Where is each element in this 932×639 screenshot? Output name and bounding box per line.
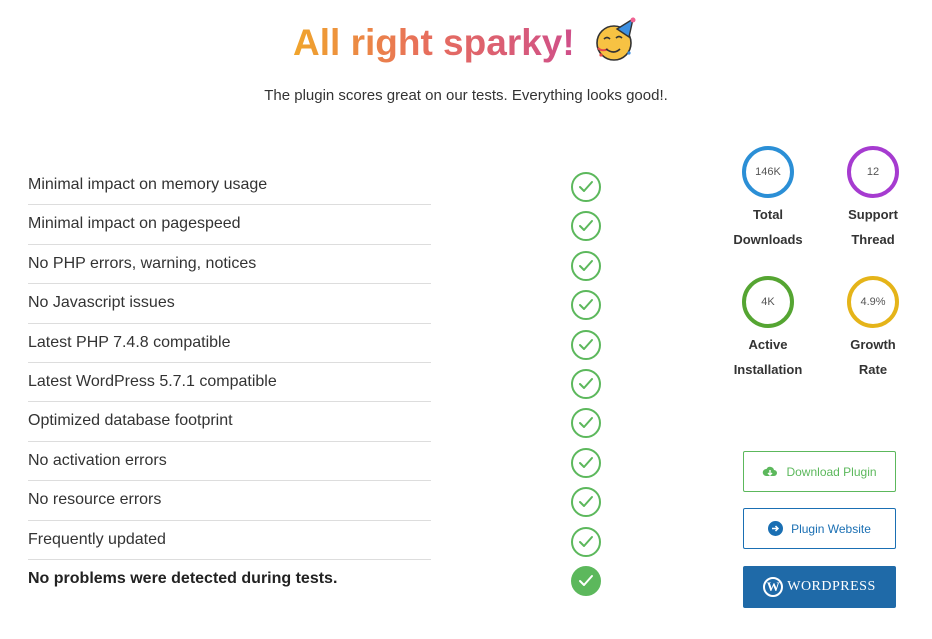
arrow-right-circle-icon [768,521,784,536]
subtitle: The plugin scores great on our tests. Ev… [264,87,668,104]
check-row: Minimal impact on pagespeed [28,205,601,245]
check-circle-icon [571,250,601,281]
plugin-website-label: Plugin Website [791,521,871,536]
check-circle-icon [571,447,601,478]
cloud-download-icon [762,465,778,479]
page-title: All right sparky! [0,16,932,68]
wordpress-label: WordPress [787,579,876,594]
active-ring: 4K [742,276,794,328]
stat-label-line2: Thread [851,232,895,247]
check-label: No Javascript issues [28,294,175,312]
download-plugin-label: Download Plugin [786,464,877,479]
check-row: Minimal impact on memory usage [28,166,601,206]
support-ring: 12 [847,146,899,198]
check-circle-icon [571,172,601,202]
growth-ring: 4.9% [847,276,899,328]
check-label: No resource errors [28,491,162,509]
summary-row: No problems were detected during tests. [28,560,601,599]
title-text: All right sparky! [293,22,575,64]
party-face-icon [593,17,639,63]
check-label: Latest WordPress 5.7.1 compatible [28,372,277,390]
check-label: Minimal impact on memory usage [28,176,268,193]
plugin-website-button[interactable]: Plugin Website [743,508,896,549]
check-label: Frequently updated [28,530,166,548]
check-label: No problems were detected during tests. [28,569,338,587]
check-row: No activation errors [28,442,601,482]
stat-label-line1: Growth [850,337,896,352]
stat-growth: 4.9% Growth Rate [828,276,918,382]
download-plugin-button[interactable]: Download Plugin [743,451,896,492]
checks-list: Minimal impact on memory usage Minimal im… [28,166,601,599]
check-circle-icon [571,211,601,242]
check-circle-icon [571,565,601,596]
stat-label-line2: Downloads [733,232,803,247]
stat-support: 12 Support Thread [828,146,918,252]
check-circle-icon [571,487,601,518]
stat-downloads: 146K Total Downloads [723,146,813,252]
stat-label-line2: Installation [733,362,803,377]
wordpress-button[interactable]: W WordPress [743,566,896,608]
downloads-ring: 146K [742,146,794,198]
check-row: Latest PHP 7.4.8 compatible [28,324,601,363]
wordpress-logo-icon: W [763,577,784,597]
stat-label-line1: Total [752,207,784,222]
stat-label-line1: Support [848,207,898,222]
check-circle-icon [571,526,601,557]
stat-support-label: Support Thread [828,202,918,252]
check-row: No resource errors [28,481,601,521]
check-label: Minimal impact on pagespeed [28,215,241,233]
stat-growth-label: Growth Rate [828,332,918,382]
check-label: No activation errors [28,451,167,469]
check-circle-icon [571,368,601,399]
stat-active: 4K Active Installation [723,276,813,382]
stat-label-line2: Rate [858,362,888,377]
stat-downloads-label: Total Downloads [723,202,813,252]
check-row: Latest WordPress 5.7.1 compatible [28,363,601,403]
check-row: Optimized database footprint [28,402,601,442]
check-row: No PHP errors, warning, notices [28,245,601,285]
check-label: Latest PHP 7.4.8 compatible [28,333,231,351]
check-label: Optimized database footprint [28,412,233,430]
check-label: No PHP errors, warning, notices [28,254,257,272]
check-row: No Javascript issues [28,284,601,324]
check-row: Frequently updated [28,521,601,560]
stat-label-line1: Active [748,337,788,352]
check-circle-icon [571,290,601,321]
check-circle-icon [571,329,601,360]
check-circle-icon [571,408,601,439]
stats-panel: 146K Total Downloads 12 Support Thread 4… [723,146,923,396]
stat-active-label: Active Installation [723,332,813,382]
